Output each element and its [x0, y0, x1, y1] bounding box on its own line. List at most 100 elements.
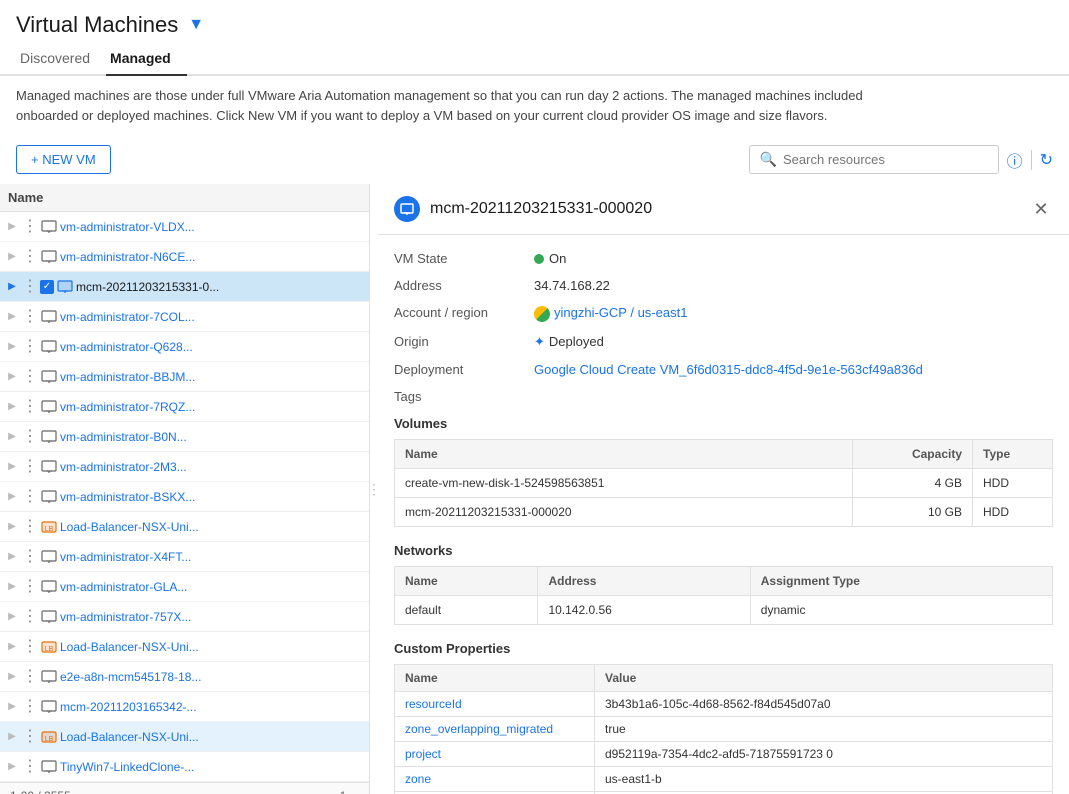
refresh-icon[interactable]: ↻ [1040, 150, 1053, 170]
kebab-menu-button[interactable]: ⋮ [22, 699, 38, 715]
address-value: 34.74.168.22 [534, 278, 610, 293]
expand-button[interactable]: ▶ [4, 341, 20, 352]
list-item[interactable]: ▶⋮LBLoad-Balancer-NSX-Uni... [0, 722, 369, 752]
list-item[interactable]: ▶⋮e2e-a8n-mcm545178-18... [0, 662, 369, 692]
search-input[interactable] [783, 152, 988, 167]
pagination: ‹ 1 › [327, 788, 359, 794]
kebab-menu-button[interactable]: ⋮ [22, 759, 38, 775]
custom-prop-name[interactable]: project [395, 741, 595, 766]
expand-button[interactable]: ▶ [4, 551, 20, 562]
expand-button[interactable]: ▶ [4, 521, 20, 532]
load-balancer-icon: LB [40, 518, 58, 536]
kebab-menu-button[interactable]: ⋮ [22, 669, 38, 685]
kebab-menu-button[interactable]: ⋮ [22, 639, 38, 655]
item-label: vm-administrator-BSKX... [60, 490, 195, 504]
filter-icon[interactable]: ▼ [188, 16, 204, 34]
list-item[interactable]: ▶⋮TinyWin7-LinkedClone-... [0, 752, 369, 782]
next-page-button[interactable]: › [354, 788, 359, 794]
toolbar: + NEW VM 🔍 ⓘ ↻ [0, 135, 1069, 184]
list-item[interactable]: ▶⋮vm-administrator-X4FT... [0, 542, 369, 572]
detail-row-vmstate: VM State On [394, 251, 1053, 266]
expand-button[interactable]: ▶ [4, 491, 20, 502]
resize-handle[interactable]: ⋮ [370, 184, 378, 794]
kebab-menu-button[interactable]: ⋮ [22, 399, 38, 415]
kebab-menu-button[interactable]: ⋮ [22, 279, 38, 295]
expand-button[interactable]: ▶ [4, 611, 20, 622]
item-checkbox[interactable]: ✓ [40, 280, 54, 294]
vm-icon [40, 488, 58, 506]
toolbar-right: 🔍 ⓘ ↻ [749, 145, 1053, 174]
networks-table: Name Address Assignment Type default10.1… [394, 566, 1053, 625]
expand-button[interactable]: ▶ [4, 221, 20, 232]
kebab-menu-button[interactable]: ⋮ [22, 549, 38, 565]
kebab-menu-button[interactable]: ⋮ [22, 519, 38, 535]
list-item[interactable]: ▶⋮vm-administrator-GLA... [0, 572, 369, 602]
list-item[interactable]: ▶⋮vm-administrator-BBJM... [0, 362, 369, 392]
expand-button[interactable]: ▶ [4, 761, 20, 772]
kebab-menu-button[interactable]: ⋮ [22, 309, 38, 325]
list-item[interactable]: ▶⋮vm-administrator-7RQZ... [0, 392, 369, 422]
expand-button[interactable]: ▶ [4, 251, 20, 262]
kebab-menu-button[interactable]: ⋮ [22, 369, 38, 385]
expand-button[interactable]: ▶ [4, 371, 20, 382]
list-item[interactable]: ▶⋮mcm-20211203165342-... [0, 692, 369, 722]
deployed-icon: ✦ [534, 334, 545, 349]
expand-button[interactable]: ▶ [4, 581, 20, 592]
list-item[interactable]: ▶⋮LBLoad-Balancer-NSX-Uni... [0, 512, 369, 542]
list-item[interactable]: ▶⋮vm-administrator-VLDX... [0, 212, 369, 242]
list-item[interactable]: ▶⋮vm-administrator-2M3... [0, 452, 369, 482]
tab-managed[interactable]: Managed [106, 42, 187, 76]
kebab-menu-button[interactable]: ⋮ [22, 249, 38, 265]
expand-button[interactable]: ▶ [4, 431, 20, 442]
list-item[interactable]: ▶⋮vm-administrator-N6CE... [0, 242, 369, 272]
networks-section-title: Networks [394, 543, 1053, 558]
list-item[interactable]: ▶⋮ vm-administrator-BSKX... [0, 482, 369, 512]
expand-button[interactable]: ▶ [4, 641, 20, 652]
list-item[interactable]: ▶⋮vm-administrator-757X... [0, 602, 369, 632]
custom-prop-name[interactable]: zone [395, 766, 595, 791]
expand-button[interactable]: ▶ [4, 461, 20, 472]
toolbar-left: + NEW VM [16, 145, 111, 174]
expand-button[interactable]: ▶ [4, 401, 20, 412]
custom-prop-name[interactable]: zone_overlapping_migrated [395, 716, 595, 741]
list-item[interactable]: ▶⋮LBLoad-Balancer-NSX-Uni... [0, 632, 369, 662]
vm-list: Name ▶⋮vm-administrator-VLDX...▶⋮vm-admi… [0, 184, 370, 794]
kebab-menu-button[interactable]: ⋮ [22, 729, 38, 745]
expand-button[interactable]: ▶ [4, 731, 20, 742]
vm-icon [40, 308, 58, 326]
detail-row-account: Account / region yingzhi-GCP / us-east1 [394, 305, 1053, 322]
kebab-menu-button[interactable]: ⋮ [22, 489, 38, 505]
list-item[interactable]: ▶⋮vm-administrator-Q628... [0, 332, 369, 362]
new-vm-button[interactable]: + NEW VM [16, 145, 111, 174]
kebab-menu-button[interactable]: ⋮ [22, 339, 38, 355]
kebab-menu-button[interactable]: ⋮ [22, 219, 38, 235]
expand-button[interactable]: ▶ [4, 671, 20, 682]
close-button[interactable]: ✕ [1029, 197, 1053, 221]
svg-text:LB: LB [45, 646, 54, 653]
prev-page-button[interactable]: ‹ [327, 788, 332, 794]
detail-title: mcm-20211203215331-000020 [430, 200, 652, 218]
kebab-menu-button[interactable]: ⋮ [22, 609, 38, 625]
expand-button[interactable]: ▶ [4, 701, 20, 712]
vm-icon [40, 368, 58, 386]
expand-button[interactable]: ▶ [4, 311, 20, 322]
expand-button[interactable]: ▶ [4, 281, 20, 292]
account-region-value[interactable]: yingzhi-GCP / us-east1 [534, 305, 687, 322]
list-item[interactable]: ▶⋮vm-administrator-7COL... [0, 302, 369, 332]
deployment-value[interactable]: Google Cloud Create VM_6f6d0315-ddc8-4f5… [534, 362, 923, 377]
kebab-menu-button[interactable]: ⋮ [22, 459, 38, 475]
networks-col-address: Address [538, 566, 750, 595]
info-icon[interactable]: ⓘ [1007, 148, 1023, 172]
list-item[interactable]: ▶⋮vm-administrator-B0N... [0, 422, 369, 452]
tab-discovered[interactable]: Discovered [16, 42, 106, 76]
svg-text:LB: LB [45, 526, 54, 533]
vm-icon [40, 398, 58, 416]
custom-prop-name[interactable]: resourceId [395, 691, 595, 716]
kebab-menu-button[interactable]: ⋮ [22, 579, 38, 595]
vm-icon [40, 578, 58, 596]
kebab-menu-button[interactable]: ⋮ [22, 429, 38, 445]
list-item[interactable]: ▶⋮✓mcm-20211203215331-0... [0, 272, 369, 302]
page-description: Managed machines are those under full VM… [0, 76, 900, 135]
volume-capacity: 4 GB [853, 468, 973, 497]
list-footer: 1-20 / 3555 ‹ 1 › [0, 782, 369, 794]
